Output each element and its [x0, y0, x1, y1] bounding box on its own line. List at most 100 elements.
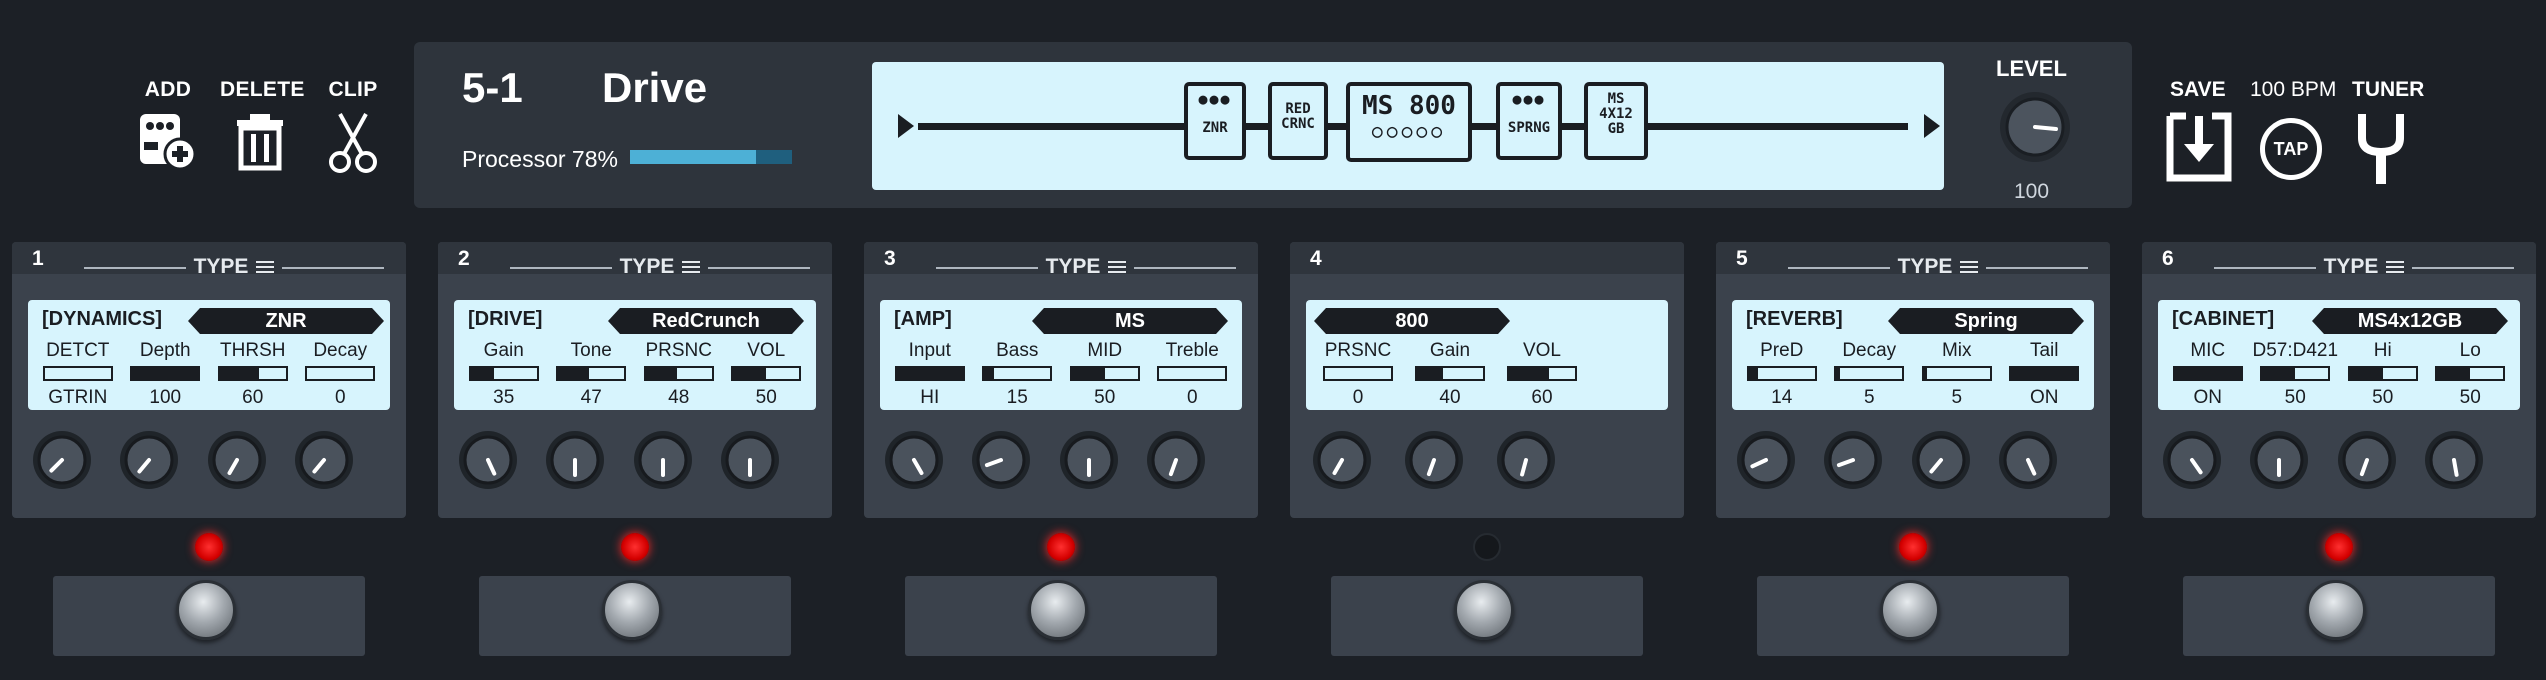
tap-button[interactable]: TAP [2260, 118, 2322, 180]
chain-block-ms800[interactable]: MS 800 ○○○○○ [1346, 82, 1472, 162]
parameter-bar-fill [219, 368, 260, 379]
parameter-knob[interactable] [2162, 430, 2222, 490]
chain-block-znr[interactable]: ●●● ZNR [1184, 82, 1246, 160]
type-selector[interactable]: TYPE [84, 255, 385, 280]
clip-button[interactable]: CLIP [313, 78, 393, 174]
effect-category: [DRIVE] [468, 308, 543, 330]
effect-status-led [2325, 533, 2353, 561]
effect-slot-6[interactable]: 6 TYPE [CABINET] MS4x12GB MIC ON D57:D42… [2142, 242, 2536, 518]
parameter-name: Mix [1941, 340, 1972, 361]
save-icon[interactable] [2166, 112, 2232, 182]
parameter-bar [894, 366, 965, 381]
parameter-knob[interactable] [2249, 430, 2309, 490]
effect-model-selector[interactable]: MS4x12GB [2312, 308, 2508, 334]
parameter-knob[interactable] [1736, 430, 1796, 490]
parameter-knob[interactable] [294, 430, 354, 490]
footswitch-button[interactable] [1880, 580, 1940, 640]
type-selector[interactable]: TYPE [510, 255, 811, 280]
clip-label: CLIP [328, 78, 378, 101]
delete-button[interactable]: DELETE [220, 78, 305, 172]
effect-slot-3[interactable]: 3 TYPE [AMP] MS Input HI Bass 15 MID 50 … [864, 242, 1258, 518]
parameter-knob[interactable] [1404, 430, 1464, 490]
effect-model-selector[interactable]: MS [1032, 308, 1228, 334]
footswitch-button[interactable] [1454, 580, 1514, 640]
parameter-bar-fill [2349, 368, 2383, 379]
parameter-name: Decay [313, 340, 368, 361]
parameter-knob[interactable] [1312, 430, 1372, 490]
type-selector[interactable]: TYPE [1788, 255, 2089, 280]
chain-block-label: 4X12 [1599, 106, 1633, 122]
parameter-knob[interactable] [2337, 430, 2397, 490]
preset-name[interactable]: Drive [602, 64, 707, 112]
footswitch-button[interactable] [602, 580, 662, 640]
type-selector[interactable]: TYPE [2214, 255, 2515, 280]
slot-header: 2 TYPE [438, 242, 832, 278]
parameter-bar-fill [896, 368, 963, 379]
parameter-name: Decay [1842, 340, 1897, 361]
divider [84, 267, 186, 269]
type-selector[interactable]: TYPE [936, 255, 1237, 280]
delete-label: DELETE [220, 78, 305, 101]
effect-screen: [DYNAMICS] ZNR DETCT GTRIN Depth 100 THR… [28, 300, 390, 410]
parameter-knob[interactable] [1059, 430, 1119, 490]
parameter-knob[interactable] [32, 430, 92, 490]
parameter-knob[interactable] [207, 430, 267, 490]
footswitch-button[interactable] [2306, 580, 2366, 640]
parameter-value: 0 [334, 387, 346, 408]
parameter-knob[interactable] [720, 430, 780, 490]
parameter-value: 50 [2459, 387, 2481, 408]
parameter-knob[interactable] [1998, 430, 2058, 490]
effect-status-led [1047, 533, 1075, 561]
divider [1134, 267, 1237, 269]
signal-chain-display: ●●● ZNR RED CRNC MS 800 ○○○○○ ●●● SPRNG … [872, 62, 1944, 190]
effect-screen: [CABINET] MS4x12GB MIC ON D57:D421 50 Hi… [2158, 300, 2520, 410]
chain-block-cabinet[interactable]: MS 4X12 GB [1584, 82, 1648, 160]
effect-slot-4[interactable]: 4 800 PRSNC 0 Gain 40 VOL 60 [1290, 242, 1684, 518]
parameter-knob[interactable] [1146, 430, 1206, 490]
parameter-knob[interactable] [1496, 430, 1556, 490]
add-button[interactable]: ADD [128, 78, 208, 172]
slot-header: 3 TYPE [864, 242, 1258, 278]
parameter-knob[interactable] [2424, 430, 2484, 490]
parameter-value: 50 [755, 387, 777, 408]
chain-block-label: CRNC [1281, 116, 1315, 132]
effect-slot-2[interactable]: 2 TYPE [DRIVE] RedCrunch Gain 35 Tone 47… [438, 242, 832, 518]
parameter-bar [1069, 366, 1140, 381]
effect-slot-1[interactable]: 1 TYPE [DYNAMICS] ZNR DETCT GTRIN Depth … [12, 242, 406, 518]
footswitch-button[interactable] [1028, 580, 1088, 640]
parameter-treble: Treble 0 [1149, 340, 1237, 409]
parameter-knob[interactable] [1911, 430, 1971, 490]
effect-model-selector[interactable]: ZNR [188, 308, 384, 334]
effect-model-selector[interactable]: RedCrunch [608, 308, 804, 334]
preset-number[interactable]: 5-1 [462, 64, 523, 112]
tuning-fork-icon[interactable] [2356, 112, 2406, 184]
effect-status-led [621, 533, 649, 561]
parameter-knob[interactable] [1823, 430, 1883, 490]
knob-row [870, 430, 1220, 490]
effect-model-selector[interactable]: Spring [1888, 308, 2084, 334]
level-knob[interactable] [1998, 90, 2072, 164]
parameter-knob[interactable] [119, 430, 179, 490]
effect-slot-5[interactable]: 5 TYPE [REVERB] Spring PreD 14 Decay 5 M… [1716, 242, 2110, 518]
parameter-vol: VOL 50 [723, 340, 811, 409]
chain-block-spring[interactable]: ●●● SPRNG [1496, 82, 1562, 160]
chain-input-arrow-icon [898, 114, 914, 138]
chain-block-redcrunch[interactable]: RED CRNC [1268, 82, 1328, 160]
parameter-knob[interactable] [633, 430, 693, 490]
chain-block-knobs: ●●● [1198, 90, 1232, 108]
parameter-knob[interactable] [545, 430, 605, 490]
footswitch-button[interactable] [176, 580, 236, 640]
parameter-name: Tail [2029, 340, 2059, 361]
parameter-decay: Decay 5 [1826, 340, 1914, 409]
parameter-value: 60 [242, 387, 264, 408]
effect-model-selector[interactable]: 800 [1314, 308, 1510, 334]
parameter-knob[interactable] [458, 430, 518, 490]
chain-block-label: MS [1607, 91, 1625, 107]
effect-status-led [1899, 533, 1927, 561]
trash-icon [237, 114, 283, 171]
parameter-bar [2435, 366, 2506, 381]
knob-row [1296, 430, 1646, 490]
parameter-knob[interactable] [971, 430, 1031, 490]
parameter-value: 5 [1951, 387, 1963, 408]
parameter-knob[interactable] [884, 430, 944, 490]
